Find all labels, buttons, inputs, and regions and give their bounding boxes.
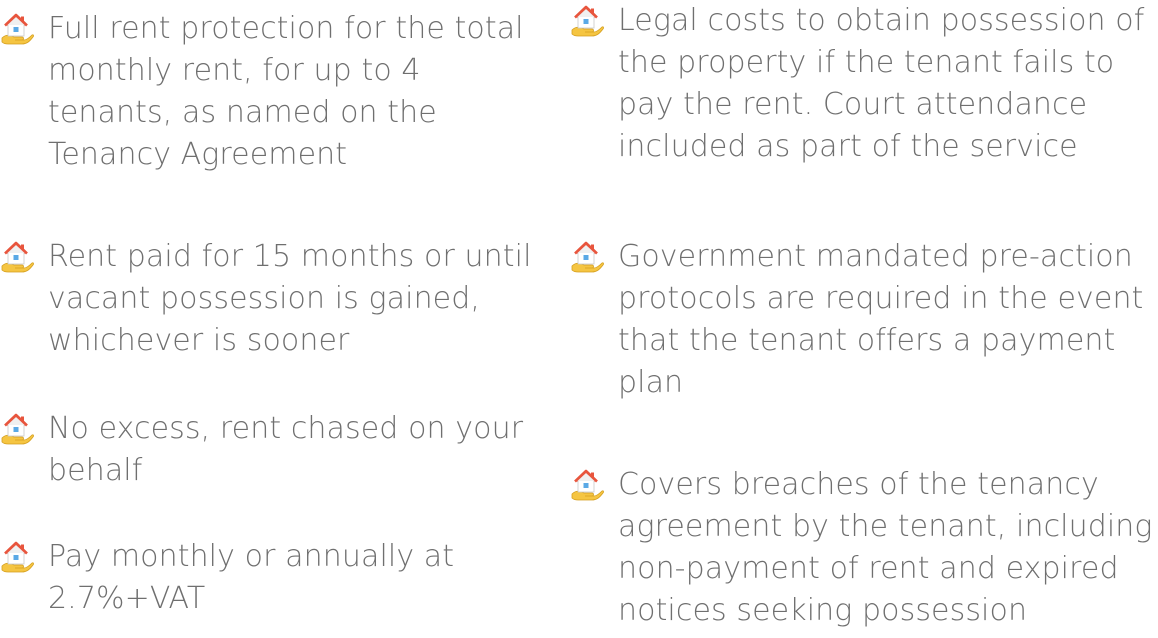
benefit-text: Covers breaches of the tenancy agreement… xyxy=(618,467,1153,628)
benefit-item: Rent paid for 15 months or until vacant … xyxy=(0,236,555,362)
house-in-hand-icon xyxy=(0,412,34,446)
house-in-hand-icon xyxy=(0,12,34,46)
benefit-item: Government mandated pre-action protocols… xyxy=(570,236,1158,404)
house-in-hand-icon xyxy=(570,4,604,38)
house-in-hand-icon xyxy=(0,240,34,274)
house-in-hand-icon xyxy=(570,240,604,274)
benefit-item: Pay monthly or annually at 2.7%+VAT xyxy=(0,536,555,620)
benefit-item: Full rent protection for the total month… xyxy=(0,8,555,176)
benefit-text: Government mandated pre-action protocols… xyxy=(618,239,1144,400)
benefit-text: Rent paid for 15 months or until vacant … xyxy=(48,239,532,358)
benefit-item: No excess, rent chased on your behalf xyxy=(0,408,555,492)
benefit-text: Full rent protection for the total month… xyxy=(48,11,524,172)
house-in-hand-icon xyxy=(0,540,34,574)
benefit-text: Pay monthly or annually at 2.7%+VAT xyxy=(48,539,455,616)
benefit-text: Legal costs to obtain possession of the … xyxy=(618,3,1145,164)
house-in-hand-icon xyxy=(570,468,604,502)
benefit-item: Covers breaches of the tenancy agreement… xyxy=(570,464,1158,632)
benefit-text: No excess, rent chased on your behalf xyxy=(48,411,524,488)
benefit-item: Legal costs to obtain possession of the … xyxy=(570,0,1158,168)
